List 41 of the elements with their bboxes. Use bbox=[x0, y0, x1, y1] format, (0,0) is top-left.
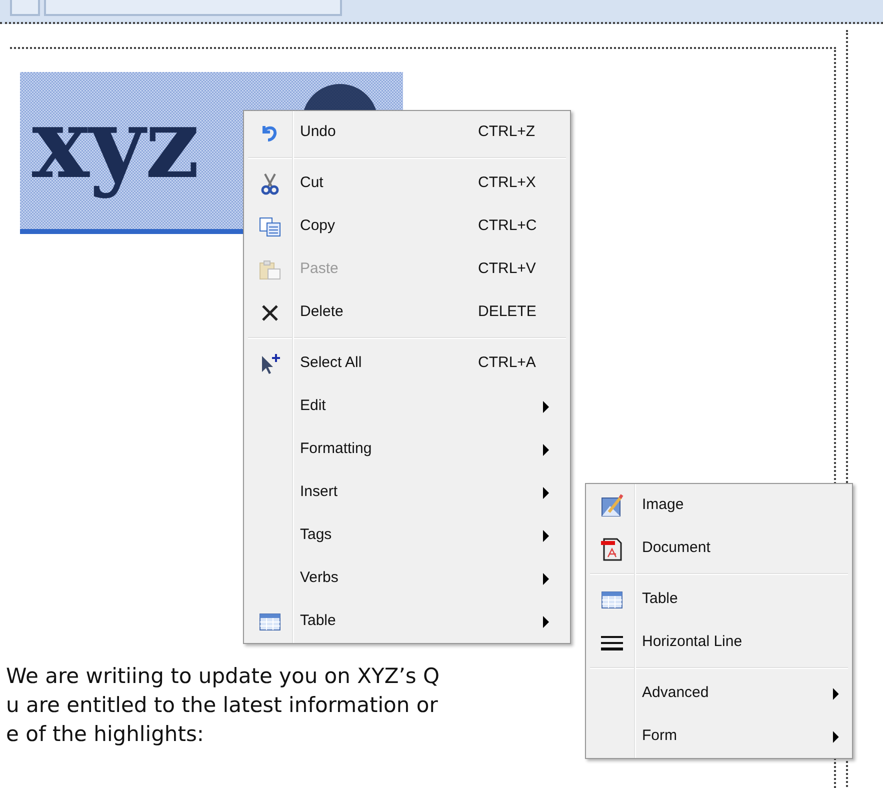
table-icon bbox=[259, 612, 281, 630]
body-text-line: e of the highlights: bbox=[6, 721, 205, 748]
image-edit-icon bbox=[600, 494, 624, 518]
toolbar-field[interactable] bbox=[44, 0, 342, 16]
table-icon bbox=[601, 590, 623, 608]
menu-item[interactable]: Cut CTRL+X bbox=[244, 162, 570, 205]
submenu-arrow-icon bbox=[542, 530, 550, 542]
menu-item[interactable]: Select All CTRL+A bbox=[244, 342, 570, 385]
pdf-document-icon bbox=[600, 536, 624, 562]
cursor-plus-icon bbox=[259, 352, 281, 374]
close-icon bbox=[261, 304, 279, 322]
submenu-arrow-icon bbox=[542, 444, 550, 456]
menu-item[interactable]: Formatting bbox=[244, 428, 570, 471]
body-text-line: We are writiing to update you on XYZ’s Q bbox=[6, 663, 440, 690]
submenu-arrow-icon bbox=[542, 400, 550, 412]
menu-item[interactable]: Verbs bbox=[244, 557, 570, 600]
submenu-arrow-icon bbox=[542, 572, 550, 584]
menu-item[interactable]: Edit bbox=[244, 385, 570, 428]
copy-icon bbox=[259, 216, 281, 236]
submenu-arrow-icon bbox=[832, 688, 840, 700]
scissors-icon bbox=[261, 172, 279, 194]
menu-item[interactable]: Insert bbox=[244, 471, 570, 514]
logo-text: xyz bbox=[32, 86, 200, 202]
menu-item[interactable]: Tags bbox=[244, 514, 570, 557]
horizontal-line-icon bbox=[600, 634, 624, 650]
clipboard-icon bbox=[259, 260, 281, 280]
toolbar-field[interactable] bbox=[10, 0, 40, 16]
menu-item[interactable]: Horizontal Line bbox=[586, 621, 852, 664]
menu-item[interactable]: Table bbox=[244, 600, 570, 643]
menu-item[interactable]: Copy CTRL+C bbox=[244, 205, 570, 248]
menu-item[interactable]: Form bbox=[586, 715, 852, 758]
submenu-arrow-icon bbox=[542, 486, 550, 498]
menu-item[interactable]: Document bbox=[586, 527, 852, 570]
menu-item[interactable]: Undo CTRL+Z bbox=[244, 111, 570, 154]
submenu-arrow-icon bbox=[832, 730, 840, 742]
menu-item[interactable]: Delete DELETE bbox=[244, 291, 570, 334]
menu-item[interactable]: Table bbox=[586, 578, 852, 621]
submenu-arrow-icon bbox=[542, 616, 550, 628]
menu-item[interactable]: Advanced bbox=[586, 672, 852, 715]
body-text-line: u are entitled to the latest information or bbox=[6, 692, 439, 719]
menu-item[interactable]: Image bbox=[586, 484, 852, 527]
